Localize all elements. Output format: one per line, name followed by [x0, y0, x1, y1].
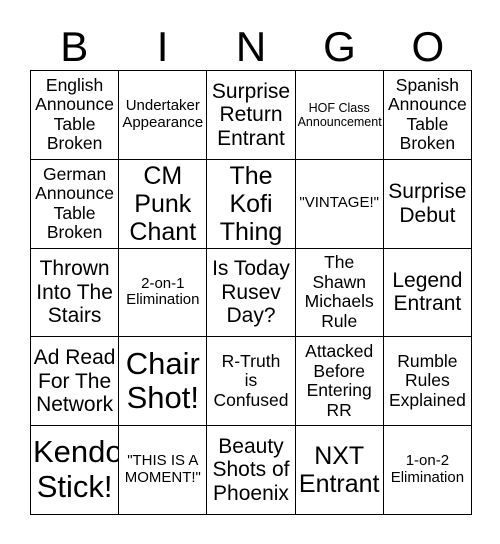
- bingo-header-letter-b: B: [60, 23, 89, 70]
- bingo-cell-label: 1-on-2 Elimination: [390, 452, 465, 487]
- bingo-cell-o1[interactable]: Spanish Announce Table Broken: [383, 71, 472, 160]
- bingo-cell-label: CM Punk Chant: [129, 161, 197, 246]
- bingo-cell-label: Attacked Before Entering RR: [305, 341, 374, 420]
- bingo-cell-label: Chair Shot!: [125, 345, 200, 416]
- bingo-header-row: B I N G O: [30, 18, 472, 70]
- bingo-cell-g3[interactable]: The Shawn Michaels Rule: [295, 248, 384, 338]
- bingo-cell-i2[interactable]: CM Punk Chant: [119, 159, 208, 249]
- bingo-cell-label: Undertaker Appearance: [122, 97, 204, 131]
- bingo-cell-b5[interactable]: Kendo Stick!: [31, 426, 120, 515]
- bingo-cell-b2[interactable]: German Announce Table Broken: [31, 159, 120, 249]
- bingo-cell-o2[interactable]: Surprise Debut: [383, 159, 472, 249]
- bingo-cell-g5[interactable]: NXT Entrant: [295, 426, 384, 515]
- bingo-cell-n4[interactable]: R-Truth is Confused: [207, 337, 296, 427]
- bingo-cell-label: English Announce Table Broken: [35, 74, 114, 154]
- bingo-cell-label: HOF Class Announcement: [297, 100, 382, 129]
- bingo-cell-i1[interactable]: Undertaker Appearance: [119, 71, 208, 160]
- bingo-cell-label: R-Truth is Confused: [213, 350, 289, 411]
- bingo-card: B I N G O English Announce Table Broken …: [0, 0, 500, 544]
- bingo-cell-label: Rumble Rules Explained: [388, 350, 466, 411]
- bingo-cell-label: NXT Entrant: [298, 442, 380, 499]
- bingo-cell-label: 2-on-1 Elimination: [126, 274, 200, 309]
- bingo-cell-label: Beauty Shots of Phoenix: [212, 434, 290, 505]
- bingo-cell-label: Spanish Announce Table Broken: [387, 74, 467, 154]
- bingo-cell-label: Surprise Return Entrant: [211, 79, 291, 150]
- bingo-cell-n2[interactable]: The Kofi Thing: [207, 159, 296, 249]
- bingo-cell-g2[interactable]: "VINTAGE!": [295, 159, 384, 249]
- bingo-header-letter-o: O: [411, 23, 445, 70]
- bingo-cell-label: Is Today Rusev Day?: [212, 257, 290, 328]
- bingo-cell-o3[interactable]: Legend Entrant: [383, 248, 472, 338]
- bingo-cell-b4[interactable]: Ad Read For The Network: [31, 337, 120, 427]
- bingo-cell-label: German Announce Table Broken: [35, 163, 114, 243]
- bingo-header-letter-n: N: [235, 23, 267, 70]
- bingo-cell-label: "VINTAGE!": [299, 194, 379, 212]
- bingo-cell-n3[interactable]: Is Today Rusev Day?: [207, 248, 296, 338]
- bingo-cell-n1[interactable]: Surprise Return Entrant: [207, 71, 296, 160]
- bingo-cell-n5[interactable]: Beauty Shots of Phoenix: [207, 426, 296, 515]
- bingo-cell-label: Thrown Into The Stairs: [36, 257, 113, 328]
- bingo-cell-label: Surprise Debut: [388, 180, 467, 227]
- bingo-cell-o5[interactable]: 1-on-2 Elimination: [383, 426, 472, 515]
- bingo-cell-o4[interactable]: Rumble Rules Explained: [383, 337, 472, 427]
- bingo-cell-b3[interactable]: Thrown Into The Stairs: [31, 248, 120, 338]
- bingo-cell-label: The Kofi Thing: [219, 161, 283, 246]
- bingo-cell-label: Kendo Stick!: [33, 434, 120, 505]
- bingo-header-letter-g: G: [323, 23, 356, 70]
- bingo-cell-label: "THIS IS A MOMENT!": [124, 452, 201, 487]
- bingo-cell-label: The Shawn Michaels Rule: [304, 252, 374, 332]
- bingo-cell-i3[interactable]: 2-on-1 Elimination: [119, 248, 208, 338]
- bingo-cell-label: Legend Entrant: [392, 268, 463, 316]
- bingo-header-letter-i: I: [156, 23, 169, 70]
- bingo-cell-g1[interactable]: HOF Class Announcement: [295, 71, 384, 160]
- bingo-cell-b1[interactable]: English Announce Table Broken: [31, 71, 120, 160]
- bingo-cell-g4[interactable]: Attacked Before Entering RR: [295, 337, 384, 427]
- bingo-cell-i4[interactable]: Chair Shot!: [119, 337, 208, 427]
- bingo-grid: English Announce Table Broken Undertaker…: [30, 70, 472, 515]
- bingo-cell-label: Ad Read For The Network: [33, 346, 116, 417]
- bingo-cell-i5[interactable]: "THIS IS A MOMENT!": [119, 426, 208, 515]
